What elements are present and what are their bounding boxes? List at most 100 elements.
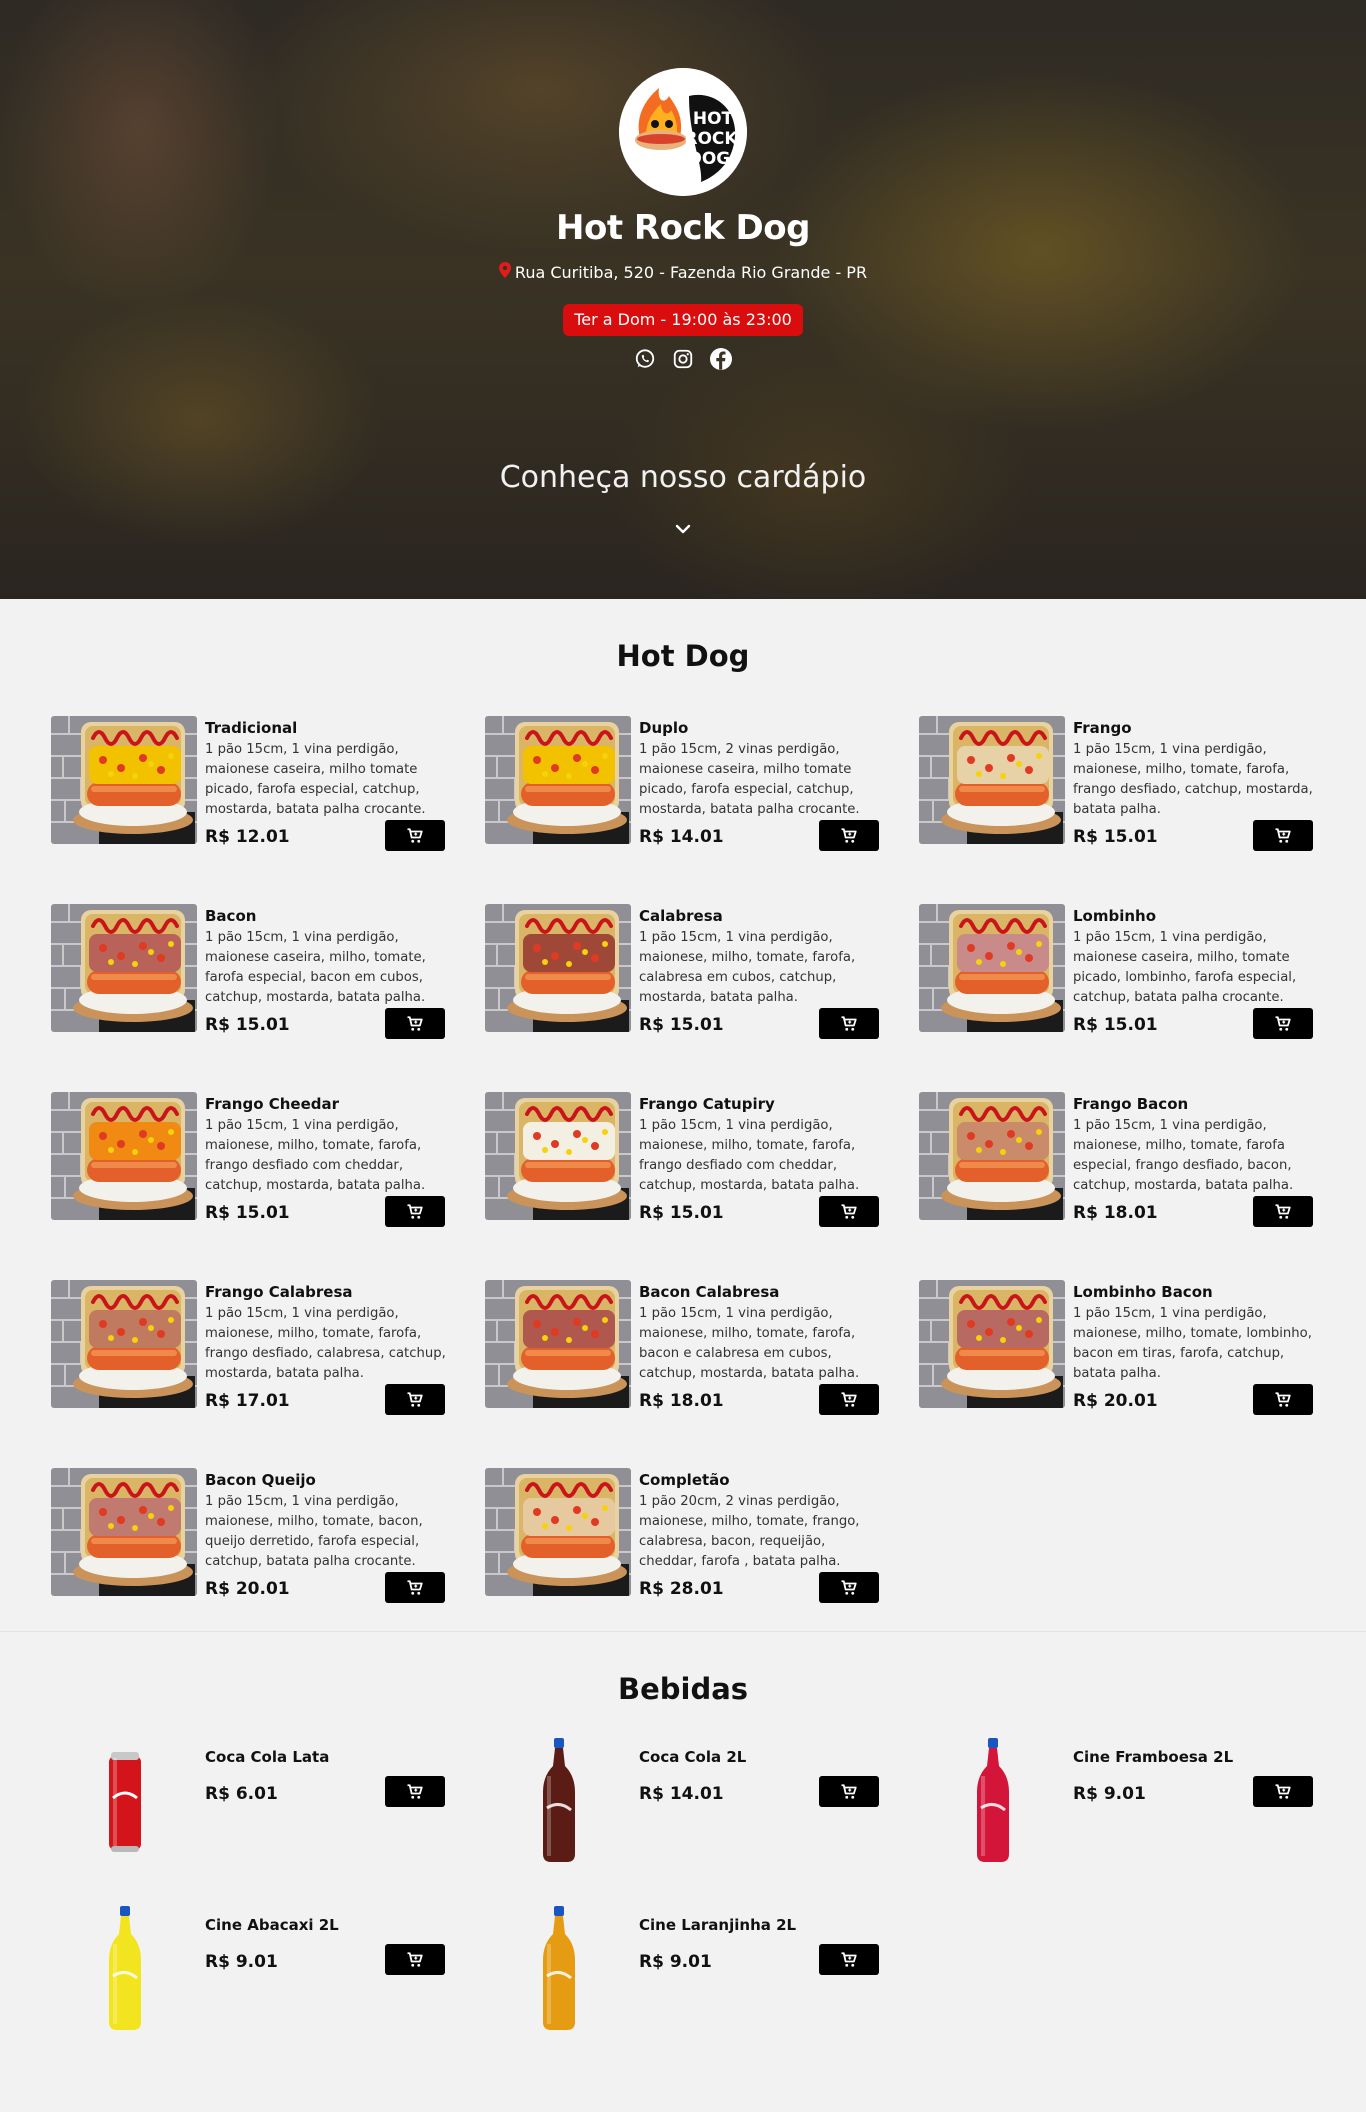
hotdog-section: Hot Dog Tradicional 1 pão 15cm, 1 vina pe… [0, 599, 1366, 1632]
item-name: Bacon [205, 907, 257, 925]
drink-photo[interactable] [101, 1904, 149, 2034]
brand-name: Hot Rock Dog [556, 208, 810, 248]
add-to-cart-button[interactable] [385, 1196, 445, 1227]
item-photo[interactable] [51, 1468, 197, 1596]
logo-text-dog: DOG [688, 149, 731, 169]
soda-bottle-icon [977, 1738, 1009, 1862]
item-name: Frango Bacon [1073, 1095, 1189, 1113]
menu-item: Lombinho Bacon 1 pão 15cm, 1 vina perdigã… [919, 1267, 1319, 1421]
hotdog-photo-icon [919, 904, 1065, 1032]
add-to-cart-button[interactable] [819, 1944, 879, 1975]
drink-item: Cine Laranjinha 2L R$ 9.01 [485, 1904, 885, 2038]
item-photo[interactable] [919, 716, 1065, 844]
item-name: Bacon Queijo [205, 1471, 316, 1489]
add-to-cart-button[interactable] [1253, 1776, 1313, 1807]
section-title-hotdog: Hot Dog [616, 639, 750, 673]
item-price: R$ 20.01 [1073, 1391, 1158, 1411]
drink-photo[interactable] [535, 1904, 583, 2034]
item-photo[interactable] [485, 904, 631, 1032]
item-photo[interactable] [51, 716, 197, 844]
add-to-cart-button[interactable] [819, 1196, 879, 1227]
item-photo[interactable] [485, 716, 631, 844]
logo-text-hot: HOT [693, 109, 734, 129]
item-photo[interactable] [485, 1280, 631, 1408]
cart-icon [406, 1203, 424, 1221]
item-price: R$ 15.01 [639, 1015, 724, 1035]
cart-icon [840, 1391, 858, 1409]
add-to-cart-button[interactable] [385, 1776, 445, 1807]
cart-icon [406, 827, 424, 845]
item-photo[interactable] [51, 1092, 197, 1220]
hotdog-photo-icon [485, 1280, 631, 1408]
menu-item: Bacon Calabresa 1 pão 15cm, 1 vina perdig… [485, 1267, 885, 1421]
item-name: Bacon Calabresa [639, 1283, 780, 1301]
whatsapp-icon[interactable] [633, 347, 657, 371]
add-to-cart-button[interactable] [1253, 820, 1313, 851]
hotdog-grid: Tradicional 1 pão 15cm, 1 vina perdigão, … [0, 703, 1366, 1609]
cart-icon [406, 1951, 424, 1969]
chevron-down-icon[interactable] [672, 518, 694, 540]
menu-item: Bacon 1 pão 15cm, 1 vina perdigão, maione… [51, 891, 451, 1045]
item-photo[interactable] [919, 1280, 1065, 1408]
item-photo[interactable] [919, 904, 1065, 1032]
add-to-cart-button[interactable] [819, 820, 879, 851]
item-photo[interactable] [485, 1092, 631, 1220]
add-to-cart-button[interactable] [819, 1776, 879, 1807]
cart-icon [406, 1015, 424, 1033]
item-name: Frango Calabresa [205, 1283, 353, 1301]
add-to-cart-button[interactable] [1253, 1384, 1313, 1415]
item-name: Calabresa [639, 907, 723, 925]
item-name: Frango Cheedar [205, 1095, 340, 1113]
drink-name: Coca Cola 2L [639, 1748, 747, 1766]
add-to-cart-button[interactable] [385, 1572, 445, 1603]
facebook-icon[interactable] [709, 347, 733, 371]
section-title-drinks: Bebidas [617, 1672, 749, 1706]
hot-rock-dog-logo-icon: HOT ROCK DOG [619, 68, 747, 196]
item-photo[interactable] [51, 904, 197, 1032]
brand-logo: HOT ROCK DOG [619, 68, 747, 196]
item-name: Lombinho [1073, 907, 1157, 925]
add-to-cart-button[interactable] [819, 1008, 879, 1039]
item-photo[interactable] [919, 1092, 1065, 1220]
item-description: 1 pão 15cm, 1 vina perdigão, maionese, m… [1073, 1118, 1294, 1193]
hotdog-photo-icon [51, 1468, 197, 1596]
add-to-cart-button[interactable] [385, 820, 445, 851]
drink-name: Cine Framboesa 2L [1073, 1748, 1234, 1766]
drink-photo[interactable] [969, 1736, 1017, 1866]
item-price: R$ 15.01 [1073, 827, 1158, 847]
item-description: 1 pão 15cm, 1 vina perdigão, maionese ca… [205, 742, 426, 817]
soda-can-icon [109, 1752, 141, 1852]
add-to-cart-button[interactable] [1253, 1196, 1313, 1227]
item-price: R$ 18.01 [639, 1391, 724, 1411]
drink-photo[interactable] [101, 1736, 149, 1866]
item-photo[interactable] [485, 1468, 631, 1596]
instagram-icon[interactable] [671, 347, 695, 371]
cart-icon [1274, 1391, 1292, 1409]
drink-price: R$ 14.01 [639, 1784, 724, 1804]
item-price: R$ 15.01 [205, 1203, 290, 1223]
drinks-section: Bebidas Coca Cola Lata R$ 6.01 Coca Cola 2… [0, 1632, 1366, 2082]
address: Rua Curitiba, 520 - Fazenda Rio Grande -… [0, 262, 1366, 282]
drink-item: Coca Cola 2L R$ 14.01 [485, 1736, 885, 1870]
item-description: 1 pão 15cm, 1 vina perdigão, maionese, m… [639, 1306, 860, 1381]
add-to-cart-button[interactable] [1253, 1008, 1313, 1039]
add-to-cart-button[interactable] [385, 1008, 445, 1039]
cart-icon [840, 1015, 858, 1033]
item-photo[interactable] [51, 1280, 197, 1408]
item-description: 1 pão 20cm, 2 vinas perdigão, maionese, … [639, 1494, 860, 1569]
cart-icon [1274, 1015, 1292, 1033]
map-pin-icon [498, 262, 511, 282]
add-to-cart-button[interactable] [385, 1944, 445, 1975]
add-to-cart-button[interactable] [819, 1384, 879, 1415]
drink-photo[interactable] [535, 1736, 583, 1866]
cart-icon [406, 1579, 424, 1597]
item-price: R$ 20.01 [205, 1579, 290, 1599]
add-to-cart-button[interactable] [819, 1572, 879, 1603]
cart-icon [840, 1783, 858, 1801]
drink-price: R$ 9.01 [205, 1952, 278, 1972]
item-description: 1 pão 15cm, 1 vina perdigão, maionese ca… [1073, 930, 1297, 1005]
drink-price: R$ 9.01 [639, 1952, 712, 1972]
add-to-cart-button[interactable] [385, 1384, 445, 1415]
item-price: R$ 15.01 [639, 1203, 724, 1223]
item-price: R$ 28.01 [639, 1579, 724, 1599]
